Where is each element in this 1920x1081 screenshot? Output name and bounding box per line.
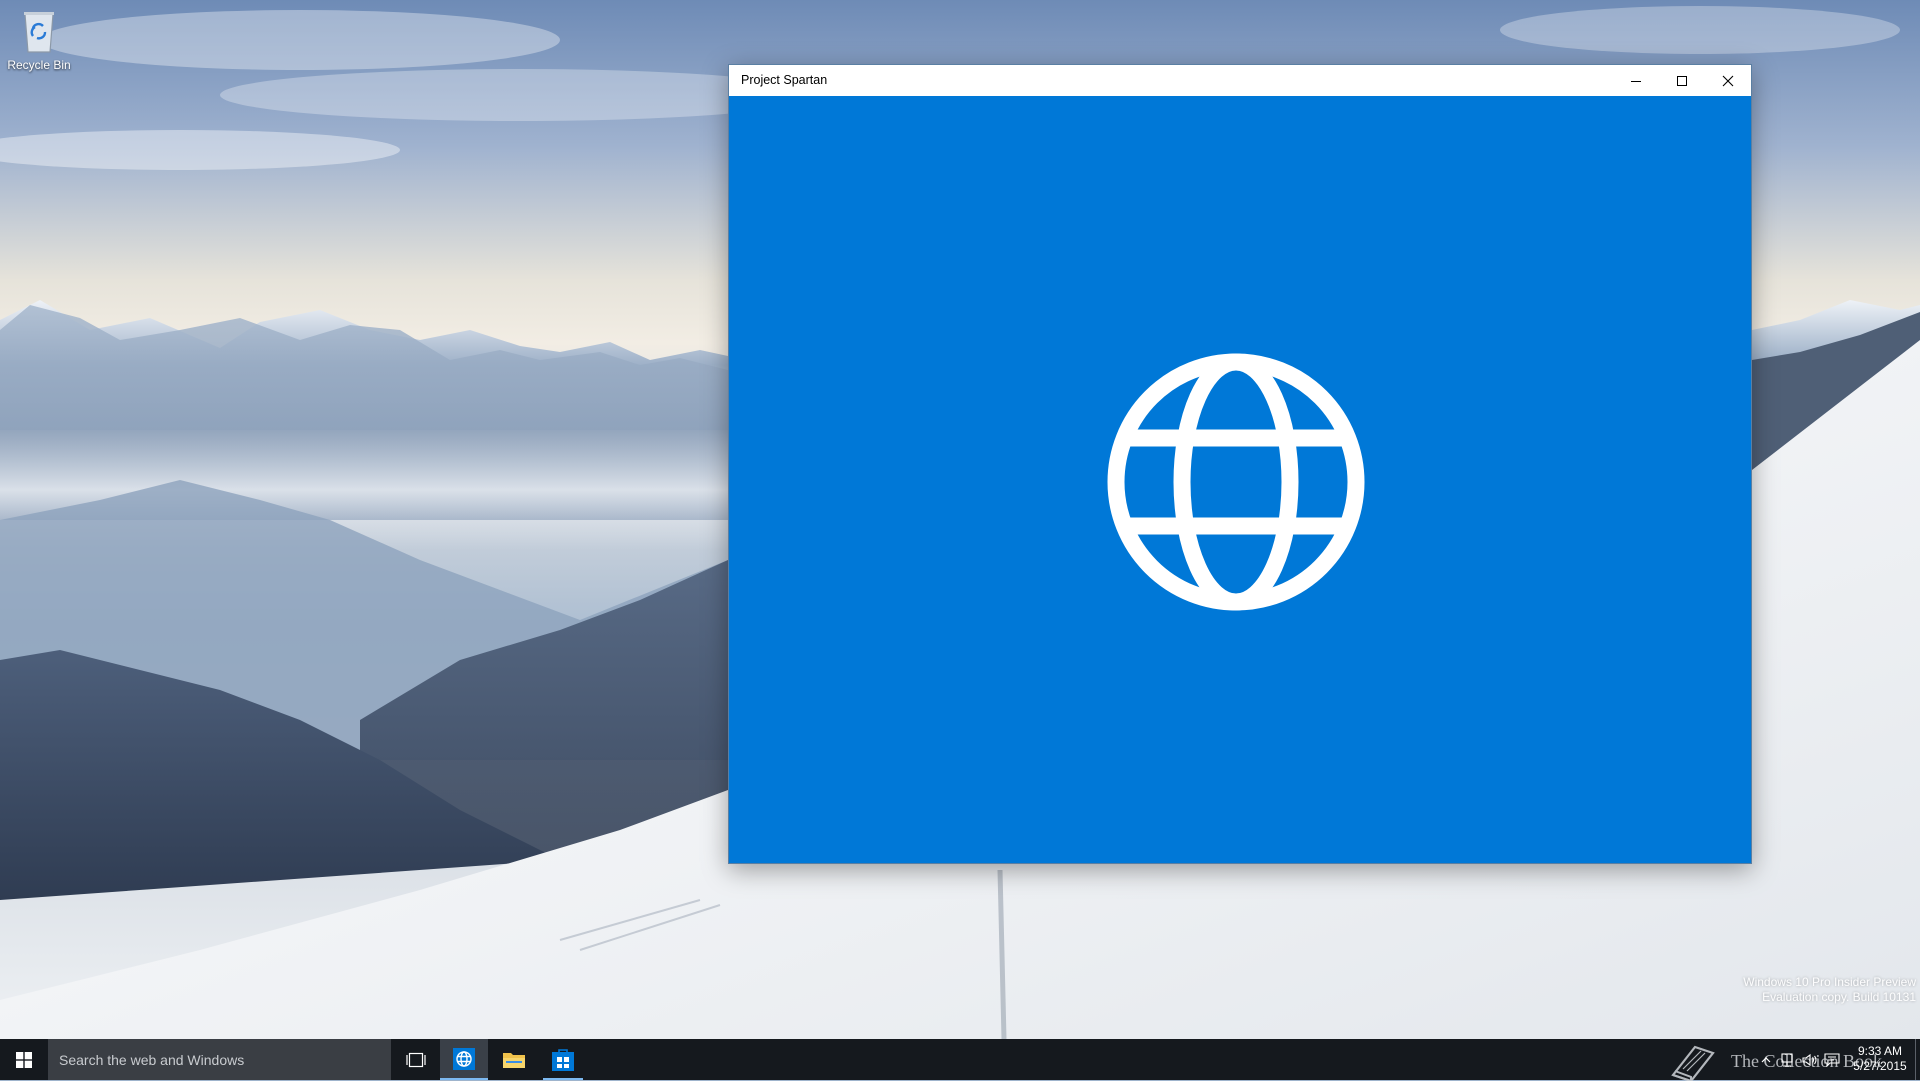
task-view-icon [406,1052,426,1067]
show-hidden-icons-button[interactable] [1755,1039,1777,1080]
show-hidden-icons-chevron-icon [1761,1056,1771,1062]
window-titlebar[interactable]: Project Spartan [729,65,1751,96]
search-box[interactable]: Search the web and Windows [48,1039,391,1080]
minimize-button[interactable] [1613,65,1659,96]
evaluation-watermark: Windows 10 Pro Insider Preview Evaluatio… [1743,975,1916,1005]
volume-button[interactable] [1799,1039,1821,1080]
file-explorer-icon [503,1052,525,1068]
taskbar: Search the web and Windows The Collectio… [0,1039,1920,1081]
recycle-bin-icon [24,12,54,53]
clock-time: 9:33 AM [1857,1044,1903,1058]
action-center-button[interactable] [1821,1039,1843,1080]
action-center-icon [1824,1052,1840,1067]
window-controls [1613,65,1751,96]
search-placeholder: Search the web and Windows [59,1052,245,1068]
clock[interactable]: 9:33 AM 5/27/2015 [1848,1044,1912,1074]
store-icon [552,1048,574,1071]
recycle-bin[interactable]: Recycle Bin [4,6,74,72]
book-icon [1671,1045,1715,1081]
close-icon [1722,75,1734,86]
watermark-line-2: Evaluation copy. Build 10131 [1762,990,1916,1004]
system-tray [1755,1039,1843,1080]
network-button[interactable] [1777,1039,1799,1080]
window-title: Project Spartan [741,73,828,87]
taskbar-store[interactable] [539,1039,587,1080]
recycle-bin-label: Recycle Bin [7,58,71,72]
show-desktop-button[interactable] [1915,1039,1920,1080]
task-view-button[interactable] [392,1039,440,1080]
volume-icon [1802,1053,1817,1066]
windows-logo-icon [15,1051,32,1068]
taskbar-project-spartan[interactable] [440,1039,488,1080]
maximize-button[interactable] [1659,65,1705,96]
project-spartan-window[interactable]: Project Spartan [728,64,1752,864]
project-spartan-icon [453,1047,475,1070]
start-button[interactable] [0,1039,47,1080]
minimize-icon [1631,80,1641,82]
globe-icon [1107,353,1365,611]
watermark-line-1: Windows 10 Pro Insider Preview [1743,975,1916,989]
maximize-icon [1677,75,1687,86]
close-button[interactable] [1705,65,1751,96]
network-icon [1781,1052,1793,1067]
clock-date: 5/27/2015 [1853,1059,1907,1073]
taskbar-file-explorer[interactable] [490,1039,538,1080]
